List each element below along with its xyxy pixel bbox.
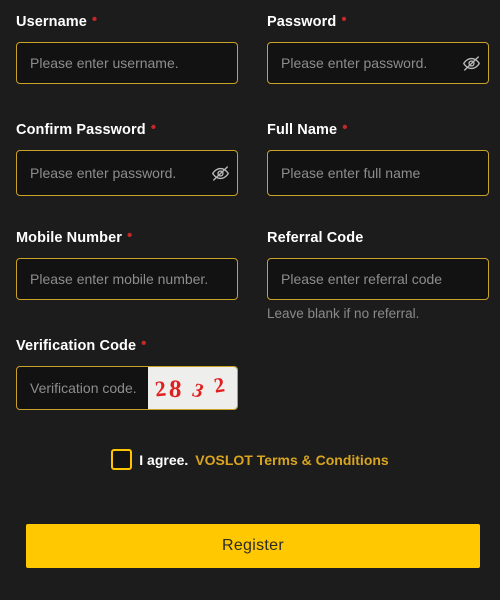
input-wrap-mobile-number[interactable]	[16, 258, 238, 300]
label-verification-code: Verification Code •	[16, 335, 238, 357]
field-password: Password •	[267, 11, 489, 122]
input-wrap-username[interactable]	[16, 42, 238, 84]
registration-form: Username• Password•	[0, 0, 500, 600]
password-input[interactable]	[268, 43, 454, 83]
required-marker-verification-code: •	[141, 335, 147, 353]
input-wrap-confirm-password[interactable]	[16, 150, 238, 196]
confirm-password-visibility-toggle-button[interactable]	[203, 151, 237, 195]
required-marker-mobile-number: •	[127, 227, 133, 245]
label-password: Password •	[267, 11, 489, 33]
referral-code-helper-text: Leave blank if no referral.	[267, 306, 420, 321]
terms-agreement-checkbox[interactable]	[111, 449, 133, 470]
eye-slash-icon	[462, 54, 481, 73]
field-mobile-number: Mobile Number •	[16, 227, 238, 338]
required-marker-confirm-password: •	[150, 119, 157, 137]
captcha-digit-1: 2	[153, 375, 168, 402]
terms-and-conditions-link[interactable]: VOSLOT Terms & Conditions	[195, 452, 388, 468]
captcha-digit-4: 2	[212, 372, 227, 398]
required-marker-username: •	[91, 11, 98, 29]
terms-agreement-label: I agree.	[139, 451, 189, 468]
eye-slash-icon	[211, 164, 230, 183]
label-verification-code-text: Verification Code	[16, 338, 137, 354]
mobile-number-input[interactable]	[17, 259, 237, 299]
field-full-name: Full Name •	[267, 119, 489, 230]
captcha-image[interactable]: 2 8 3 2	[148, 367, 237, 409]
username-input[interactable]	[17, 43, 237, 83]
referral-code-input[interactable]	[268, 259, 488, 299]
full-name-input[interactable]	[268, 151, 488, 195]
label-password-text: Password	[267, 14, 337, 30]
label-mobile-number: Mobile Number •	[16, 227, 238, 249]
input-wrap-referral-code[interactable]	[267, 258, 489, 300]
input-wrap-verification-code[interactable]: 2 8 3 2	[16, 366, 238, 410]
label-username-text: Username	[16, 14, 87, 30]
label-mobile-number-text: Mobile Number	[16, 230, 123, 246]
label-username: Username •	[16, 11, 238, 33]
field-verification-code: Verification Code• 2 8 3 2	[16, 335, 238, 410]
captcha-digit-3: 3	[189, 379, 207, 403]
label-full-name: Full Name •	[267, 119, 489, 141]
required-marker-full-name: •	[342, 119, 348, 137]
label-referral-code-text: Referral Code	[267, 230, 364, 246]
field-confirm-password: Confirm Password •	[16, 119, 238, 230]
field-username: Username •	[16, 11, 238, 122]
register-button[interactable]: Register	[26, 524, 480, 568]
required-marker-password: •	[341, 11, 347, 29]
captcha-digit-2: 8	[168, 375, 183, 404]
field-referral-code: Referral Code Leave blank if no referral…	[267, 230, 489, 338]
label-full-name-text: Full Name	[267, 122, 338, 138]
confirm-password-input[interactable]	[17, 151, 203, 195]
password-visibility-toggle-button[interactable]	[454, 43, 488, 83]
verification-code-input[interactable]	[17, 367, 148, 409]
terms-agreement-row: I agree. VOSLOT Terms & Conditions	[0, 449, 500, 470]
form-field-grid: Username• Password•	[16, 11, 489, 338]
input-wrap-password[interactable]	[267, 42, 489, 84]
label-confirm-password-text: Confirm Password	[16, 122, 146, 138]
label-referral-code: Referral Code	[267, 230, 489, 249]
input-wrap-full-name[interactable]	[267, 150, 489, 196]
label-confirm-password: Confirm Password •	[16, 119, 238, 141]
